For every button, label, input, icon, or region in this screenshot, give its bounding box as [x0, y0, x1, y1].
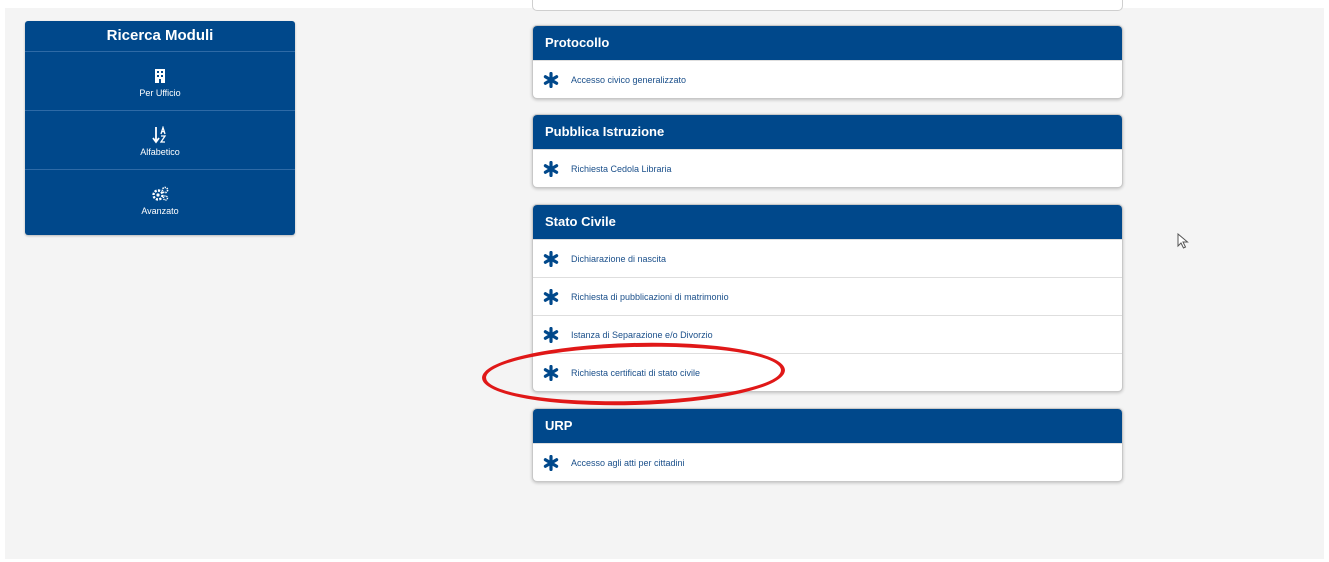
list-item[interactable]: Richiesta Cedola Libraria [533, 149, 1122, 187]
sidebar-item-per-ufficio[interactable]: Per Ufficio [25, 52, 295, 111]
search-modules-sidebar: Ricerca Moduli Per Ufficio Alfabetico Av… [25, 21, 295, 235]
list-item-label: Istanza di Separazione e/o Divorzio [571, 329, 713, 340]
list-item[interactable]: Dichiarazione di nascita [533, 239, 1122, 277]
list-item-label: Richiesta di pubblicazioni di matrimonio [571, 291, 729, 302]
list-item[interactable]: Richiesta di pubblicazioni di matrimonio [533, 277, 1122, 315]
sidebar-item-label: Alfabetico [140, 146, 180, 157]
gears-icon [151, 183, 169, 205]
list-item[interactable]: Accesso agli atti per cittadini [533, 443, 1122, 481]
panel-title: Protocollo [533, 26, 1122, 60]
asterisk-icon [543, 288, 559, 305]
sidebar-item-alfabetico[interactable]: Alfabetico [25, 111, 295, 170]
asterisk-icon [543, 160, 559, 177]
asterisk-icon [543, 250, 559, 267]
list-item-label: Accesso civico generalizzato [571, 74, 687, 85]
list-item-label: Richiesta Cedola Libraria [571, 163, 672, 174]
sidebar-title: Ricerca Moduli [25, 21, 295, 52]
sidebar-item-label: Per Ufficio [139, 87, 181, 98]
panel-title: Stato Civile [533, 205, 1122, 239]
panel-title: Pubblica Istruzione [533, 115, 1122, 149]
mouse-pointer-icon [1177, 232, 1189, 254]
sidebar-item-avanzato[interactable]: Avanzato [25, 170, 295, 228]
list-item-label: Dichiarazione di nascita [571, 253, 667, 264]
panel-pubblica-istruzione: Pubblica Istruzione Richiesta Cedola Lib… [532, 114, 1123, 188]
panel-urp: URP Accesso agli atti per cittadini [532, 408, 1123, 482]
panel-protocollo: Protocollo Accesso civico generalizzato [532, 25, 1123, 99]
previous-panel-bottom [532, 0, 1123, 11]
list-item-label: Accesso agli atti per cittadini [571, 457, 685, 468]
building-icon [154, 65, 166, 87]
asterisk-icon [543, 454, 559, 471]
panel-title: URP [533, 409, 1122, 443]
asterisk-icon [543, 326, 559, 343]
list-item[interactable]: Accesso civico generalizzato [533, 60, 1122, 98]
asterisk-icon [543, 71, 559, 88]
sort-alpha-icon [152, 124, 168, 146]
sidebar-item-label: Avanzato [141, 205, 179, 216]
